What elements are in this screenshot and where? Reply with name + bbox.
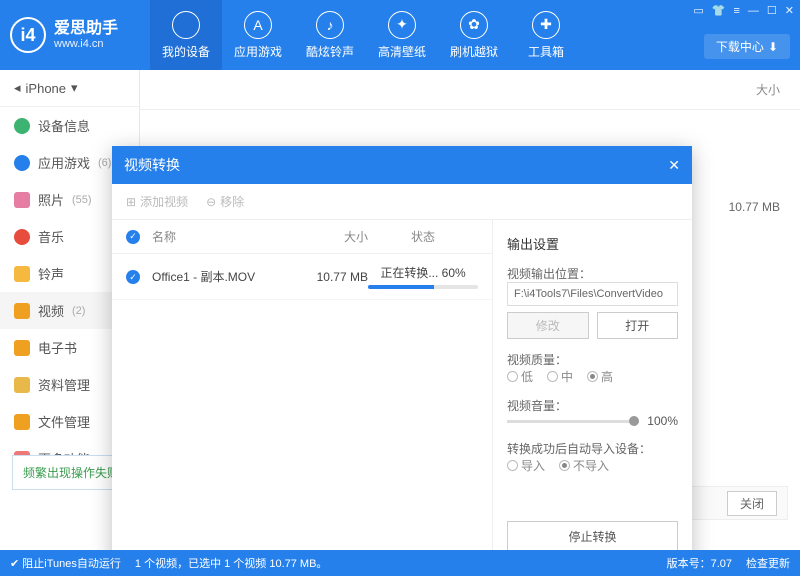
body: ◂ iPhone ▾ 设备信息 应用游戏(6) 照片(55) 音乐 铃声 视频(… — [0, 70, 800, 550]
tab-tools[interactable]: ✚工具箱 — [510, 0, 582, 70]
import-yes-radio[interactable]: 导入 — [507, 457, 545, 474]
col-status-header: 状态 — [368, 228, 478, 245]
apple-icon — [172, 11, 200, 39]
bg-table-header: 大小 — [140, 70, 800, 110]
plus-icon: ⊞ — [126, 195, 136, 209]
tip-close-button[interactable]: 关闭 — [727, 491, 777, 516]
wallpaper-icon: ✦ — [388, 11, 416, 39]
quality-low-radio[interactable]: 低 — [507, 368, 533, 385]
row-status: 正在转换... 60% — [368, 264, 478, 289]
logo: i4 爱思助手 www.i4.cn — [10, 17, 150, 53]
slider-thumb[interactable] — [629, 416, 639, 426]
minimize-icon[interactable]: — — [748, 5, 759, 17]
output-settings: 输出设置 视频输出位置： F:\i4Tools7\Files\ConvertVi… — [492, 220, 692, 550]
tab-apps[interactable]: A应用游戏 — [222, 0, 294, 70]
skin-icon[interactable]: 👕 — [712, 4, 726, 17]
row-name: Office1 - 副本.MOV — [152, 268, 288, 285]
tab-device[interactable]: 我的设备 — [150, 0, 222, 70]
itunes-block-toggle[interactable]: ✔ 阻止iTunes自动运行 — [10, 555, 121, 571]
volume-value: 100% — [647, 414, 678, 428]
photos-icon — [14, 192, 30, 208]
app-name: 爱思助手 — [54, 20, 118, 38]
version-label: 版本号：7.07 — [667, 555, 732, 571]
app-icon: A — [244, 11, 272, 39]
dialog-toolbar: ⊞添加视频 ⊖移除 — [112, 184, 692, 220]
logo-icon: i4 — [10, 17, 46, 53]
modify-button[interactable]: 修改 — [507, 312, 589, 339]
minus-icon: ⊖ — [206, 195, 216, 209]
quality-mid-radio[interactable]: 中 — [547, 368, 573, 385]
col-size-header: 大小 — [756, 81, 780, 98]
apps-icon — [14, 155, 30, 171]
progress-fill — [368, 285, 434, 289]
statusbar: ✔ 阻止iTunes自动运行 1 个视频，已选中 1 个视频 10.77 MB。… — [0, 550, 800, 576]
bg-row-size: 10.77 MB — [729, 200, 780, 214]
info-icon — [14, 118, 30, 134]
device-selector[interactable]: ◂ iPhone ▾ — [0, 70, 139, 107]
remove-button[interactable]: ⊖移除 — [206, 193, 244, 210]
row-checkbox[interactable]: ✓ — [126, 270, 140, 284]
import-label: 转换成功后自动导入设备： — [507, 440, 678, 457]
import-no-radio[interactable]: 不导入 — [559, 457, 609, 474]
download-center-button[interactable]: 下载中心⬇ — [704, 34, 790, 59]
status-summary: 1 个视频，已选中 1 个视频 10.77 MB。 — [135, 555, 328, 571]
list-row[interactable]: ✓ Office1 - 副本.MOV 10.77 MB 正在转换... 60% — [112, 254, 492, 300]
tab-flash[interactable]: ✿刷机越狱 — [438, 0, 510, 70]
folder-icon — [14, 414, 30, 430]
select-all-checkbox[interactable]: ✓ — [126, 230, 140, 244]
tools-icon: ✚ — [532, 11, 560, 39]
video-icon — [14, 303, 30, 319]
quality-high-radio[interactable]: 高 — [587, 368, 613, 385]
file-list: ✓ 名称 大小 状态 ✓ Office1 - 副本.MOV 10.77 MB 正… — [112, 220, 492, 550]
app-url: www.i4.cn — [54, 38, 118, 50]
col-name-header: 名称 — [152, 228, 288, 245]
check-update-button[interactable]: 检查更新 — [746, 555, 790, 571]
data-icon — [14, 377, 30, 393]
music-icon — [14, 229, 30, 245]
open-button[interactable]: 打开 — [597, 312, 679, 339]
volume-slider[interactable]: 100% — [507, 414, 678, 428]
volume-label: 视频音量： — [507, 397, 678, 414]
dialog-title: 视频转换 — [124, 155, 180, 175]
stop-convert-button[interactable]: 停止转换 — [507, 521, 678, 550]
col-size-header: 大小 — [288, 228, 368, 245]
tab-wallpapers[interactable]: ✦高清壁纸 — [366, 0, 438, 70]
dialog-close-button[interactable]: ✕ — [668, 157, 680, 174]
download-icon: ⬇ — [768, 40, 778, 54]
output-section-title: 输出设置 — [507, 234, 678, 253]
progress-bar — [368, 285, 478, 289]
row-size: 10.77 MB — [288, 270, 368, 284]
ring-icon: ♪ — [316, 11, 344, 39]
output-path: F:\i4Tools7\Files\ConvertVideo — [507, 282, 678, 306]
titlebar: i4 爱思助手 www.i4.cn 我的设备 A应用游戏 ♪酷炫铃声 ✦高清壁纸… — [0, 0, 800, 70]
quality-label: 视频质量： — [507, 351, 678, 368]
flash-icon: ✿ — [460, 11, 488, 39]
main-tabs: 我的设备 A应用游戏 ♪酷炫铃声 ✦高清壁纸 ✿刷机越狱 ✚工具箱 — [150, 0, 582, 70]
dialog-titlebar: 视频转换 ✕ — [112, 146, 692, 184]
list-header: ✓ 名称 大小 状态 — [112, 220, 492, 254]
close-icon[interactable]: ✕ — [785, 4, 794, 17]
path-label: 视频输出位置： — [507, 265, 678, 282]
bell-icon — [14, 266, 30, 282]
sidebar-item-info[interactable]: 设备信息 — [0, 107, 139, 144]
video-convert-dialog: 视频转换 ✕ ⊞添加视频 ⊖移除 ✓ 名称 大小 状态 ✓ Offi — [112, 146, 692, 550]
tab-ringtones[interactable]: ♪酷炫铃声 — [294, 0, 366, 70]
app-window: i4 爱思助手 www.i4.cn 我的设备 A应用游戏 ♪酷炫铃声 ✦高清壁纸… — [0, 0, 800, 576]
book-icon — [14, 340, 30, 356]
window-controls: ▭ 👕 ≡ — ☐ ✕ — [693, 4, 794, 17]
maximize-icon[interactable]: ☐ — [767, 4, 777, 17]
feedback-icon[interactable]: ▭ — [693, 4, 703, 17]
menu-icon[interactable]: ≡ — [733, 5, 739, 17]
add-video-button[interactable]: ⊞添加视频 — [126, 193, 188, 210]
